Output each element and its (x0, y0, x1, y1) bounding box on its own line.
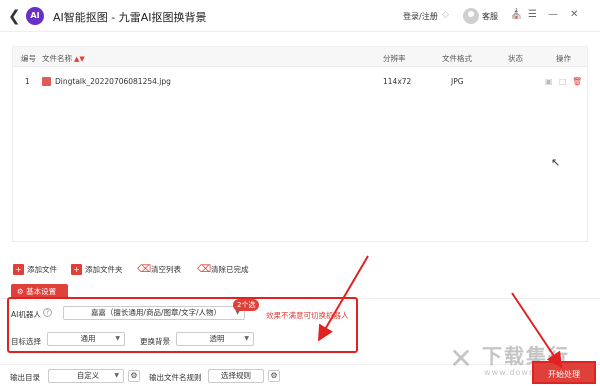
add-file-button[interactable]: + 添加文件 (13, 262, 57, 276)
annotation-highlight-box (7, 297, 358, 353)
table-header: 编号 文件名称 ▲▼ 分辨率 文件格式 状态 操作 (13, 47, 587, 67)
clear-done-label: 清除已完成 (211, 264, 249, 274)
add-folder-icon: + (71, 263, 82, 275)
clear-list-button[interactable]: ⌫ 清空列表 (137, 262, 181, 276)
settings-tab-icon: ⚙ (17, 287, 27, 296)
close-icon[interactable]: ✕ (570, 9, 578, 21)
back-arrow-icon[interactable]: ❮ (8, 8, 22, 24)
output-dir-label: 输出目录 (10, 373, 40, 382)
add-folder-button[interactable]: + 添加文件夹 (71, 262, 123, 276)
trash-icon: ⌫ (197, 263, 212, 275)
row-index: 1 (25, 77, 30, 86)
output-dir-select-value: 自定义 (76, 371, 100, 380)
settings-tab-label: 基本设置 (26, 287, 57, 296)
clear-done-button[interactable]: ⌫ 清除已完成 (197, 262, 249, 276)
filename-rule-label: 输出文件名规则 (149, 373, 202, 382)
add-file-icon: + (13, 263, 24, 275)
title-bar: ❮ AI AI智能抠图 - 九雷AI抠图换背景 登录/注册 ◇ 客服 ⛪ ☰ —… (0, 0, 600, 32)
column-header-resolution: 分辨率 (383, 54, 406, 63)
column-header-filename[interactable]: 文件名称 ▲▼ (42, 53, 85, 64)
watermark-logo: ✕ (449, 342, 473, 375)
folder-icon[interactable]: ▣ (545, 77, 553, 86)
customer-service-link[interactable]: 客服 (482, 11, 498, 22)
trash-icon: ⌫ (137, 263, 152, 275)
column-header-status: 状态 (508, 54, 523, 63)
chevron-down-icon: ▼ (114, 372, 119, 379)
row-format: JPG (451, 77, 464, 86)
delete-icon[interactable]: 🗑 (572, 77, 582, 86)
add-file-label: 添加文件 (27, 264, 57, 274)
output-dir-settings-icon[interactable]: ⚙ (128, 370, 140, 382)
file-table: 编号 文件名称 ▲▼ 分辨率 文件格式 状态 操作 1 Dingtalk_2022… (12, 46, 588, 242)
row-filename: Dingtalk_20220706081254.jpg (55, 77, 171, 86)
start-processing-button[interactable]: 开始处理 (532, 361, 596, 384)
avatar[interactable] (463, 8, 479, 24)
column-header-actions: 操作 (556, 54, 571, 63)
app-title: AI智能抠图 - 九雷AI抠图换背景 (53, 11, 207, 24)
choose-rule-button[interactable]: 选择规则 (208, 369, 264, 383)
column-header-format: 文件格式 (442, 54, 472, 63)
minimize-icon[interactable]: — (548, 9, 558, 21)
file-toolbar: + 添加文件 + 添加文件夹 ⌫ 清空列表 ⌫ 清除已完成 (10, 262, 590, 278)
mouse-cursor-icon: ↖ (551, 156, 561, 169)
shirt-icon[interactable]: ⛪ (510, 9, 522, 21)
row-resolution: 114x72 (383, 77, 412, 86)
add-folder-label: 添加文件夹 (85, 264, 123, 274)
table-row[interactable]: 1 Dingtalk_20220706081254.jpg 114x72 JPG… (13, 73, 587, 89)
app-logo: AI (26, 7, 44, 25)
column-header-index: 编号 (21, 54, 36, 63)
diamond-icon[interactable]: ◇ (442, 10, 449, 20)
sort-icon[interactable]: ▲▼ (74, 55, 85, 63)
column-header-filename-label: 文件名称 (42, 54, 72, 63)
menu-icon[interactable]: ☰ (528, 9, 537, 21)
login-register-link[interactable]: 登录/注册 (403, 11, 438, 22)
filename-rule-settings-icon[interactable]: ⚙ (268, 370, 280, 382)
image-file-icon (42, 77, 51, 86)
output-dir-select[interactable]: 自定义 ▼ (48, 369, 124, 383)
clear-list-label: 清空列表 (151, 264, 181, 274)
preview-icon[interactable]: □ (559, 77, 567, 86)
